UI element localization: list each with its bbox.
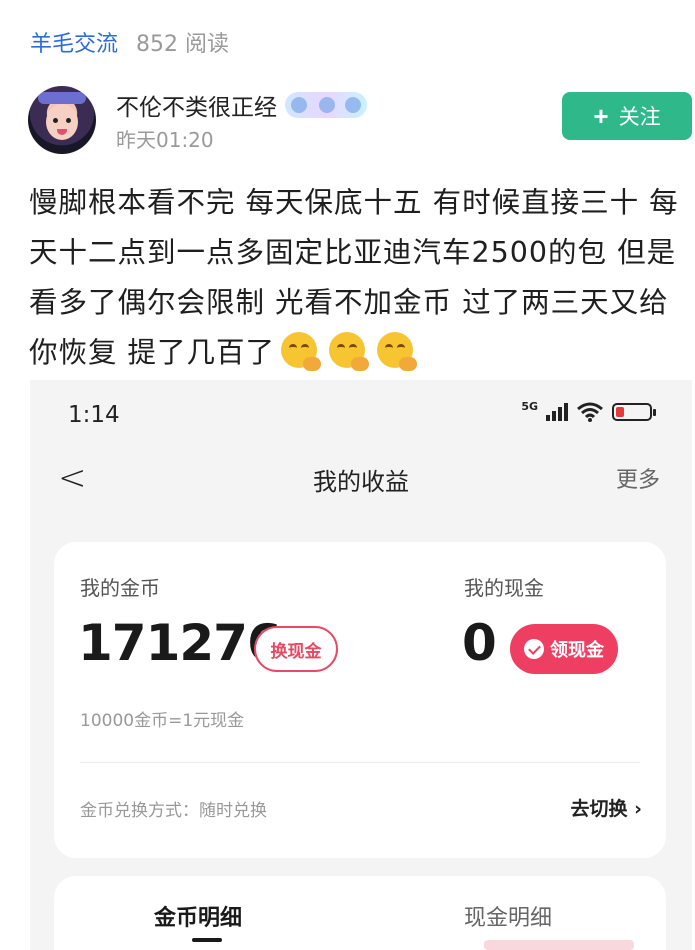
- author-name[interactable]: 不伦不类很正经: [116, 88, 367, 122]
- embedded-screenshot[interactable]: 1:14 5G < 我的收益 更多 我的金币 我的现金 171276 换现金 0: [30, 380, 692, 950]
- yawning-face-icon: [377, 332, 418, 371]
- earnings-card: 我的金币 我的现金 171276 换现金 0 领现金 10000金币=1元现金 …: [54, 542, 666, 858]
- yawning-face-icon: [329, 332, 370, 371]
- cropped-banner: [484, 940, 634, 950]
- wifi-icon: [577, 402, 603, 422]
- divider: [80, 762, 640, 763]
- tab-cash-detail[interactable]: 现金明细: [464, 900, 552, 932]
- battery-icon: [612, 403, 656, 421]
- author-name-text: 不伦不类很正经: [116, 95, 277, 121]
- user-badge-icon: [285, 92, 367, 118]
- withdraw-cash-button[interactable]: 领现金: [510, 624, 618, 674]
- follow-label: 关注: [618, 106, 661, 129]
- coin-value: 171276: [78, 614, 282, 672]
- exchange-cash-button[interactable]: 换现金: [254, 626, 338, 672]
- switch-method-link[interactable]: 去切换 ›: [571, 794, 642, 821]
- plus-icon: +: [593, 101, 609, 131]
- coin-label: 我的金币: [80, 576, 160, 600]
- network-label: 5G: [521, 400, 538, 413]
- withdraw-label: 领现金: [550, 640, 604, 660]
- post-time: 昨天01:20: [116, 128, 214, 152]
- more-button[interactable]: 更多: [616, 462, 660, 494]
- detail-tabs: 金币明细 现金明细: [54, 876, 666, 950]
- avatar[interactable]: [28, 86, 96, 154]
- exchange-rate: 10000金币=1元现金: [80, 711, 245, 731]
- status-time: 1:14: [68, 402, 120, 428]
- nav-bar: < 我的收益 更多: [30, 450, 692, 510]
- post-body: 慢脚根本看不完 每天保底十五 有时候直接三十 每天十二点到一点多固定比亚迪汽车2…: [29, 178, 693, 378]
- follow-button[interactable]: + 关注: [562, 92, 692, 140]
- read-count: 852 阅读: [136, 32, 230, 57]
- post-header: 羊毛交流 852 阅读: [30, 26, 229, 58]
- exchange-method: 金币兑换方式：随时兑换: [80, 801, 267, 821]
- page-title: 我的收益: [313, 468, 409, 496]
- cash-value: 0: [462, 614, 497, 672]
- yawning-face-icon: [281, 332, 322, 371]
- wechat-icon: [524, 639, 544, 659]
- author-row: 不伦不类很正经 昨天01:20 + 关注: [28, 86, 692, 156]
- status-bar: 1:14 5G: [30, 380, 692, 450]
- signal-icon: [546, 403, 568, 421]
- forum-link[interactable]: 羊毛交流: [30, 26, 118, 58]
- cash-label: 我的现金: [464, 576, 544, 600]
- active-tab-indicator: [192, 938, 222, 942]
- tab-coin-detail[interactable]: 金币明细: [154, 900, 242, 932]
